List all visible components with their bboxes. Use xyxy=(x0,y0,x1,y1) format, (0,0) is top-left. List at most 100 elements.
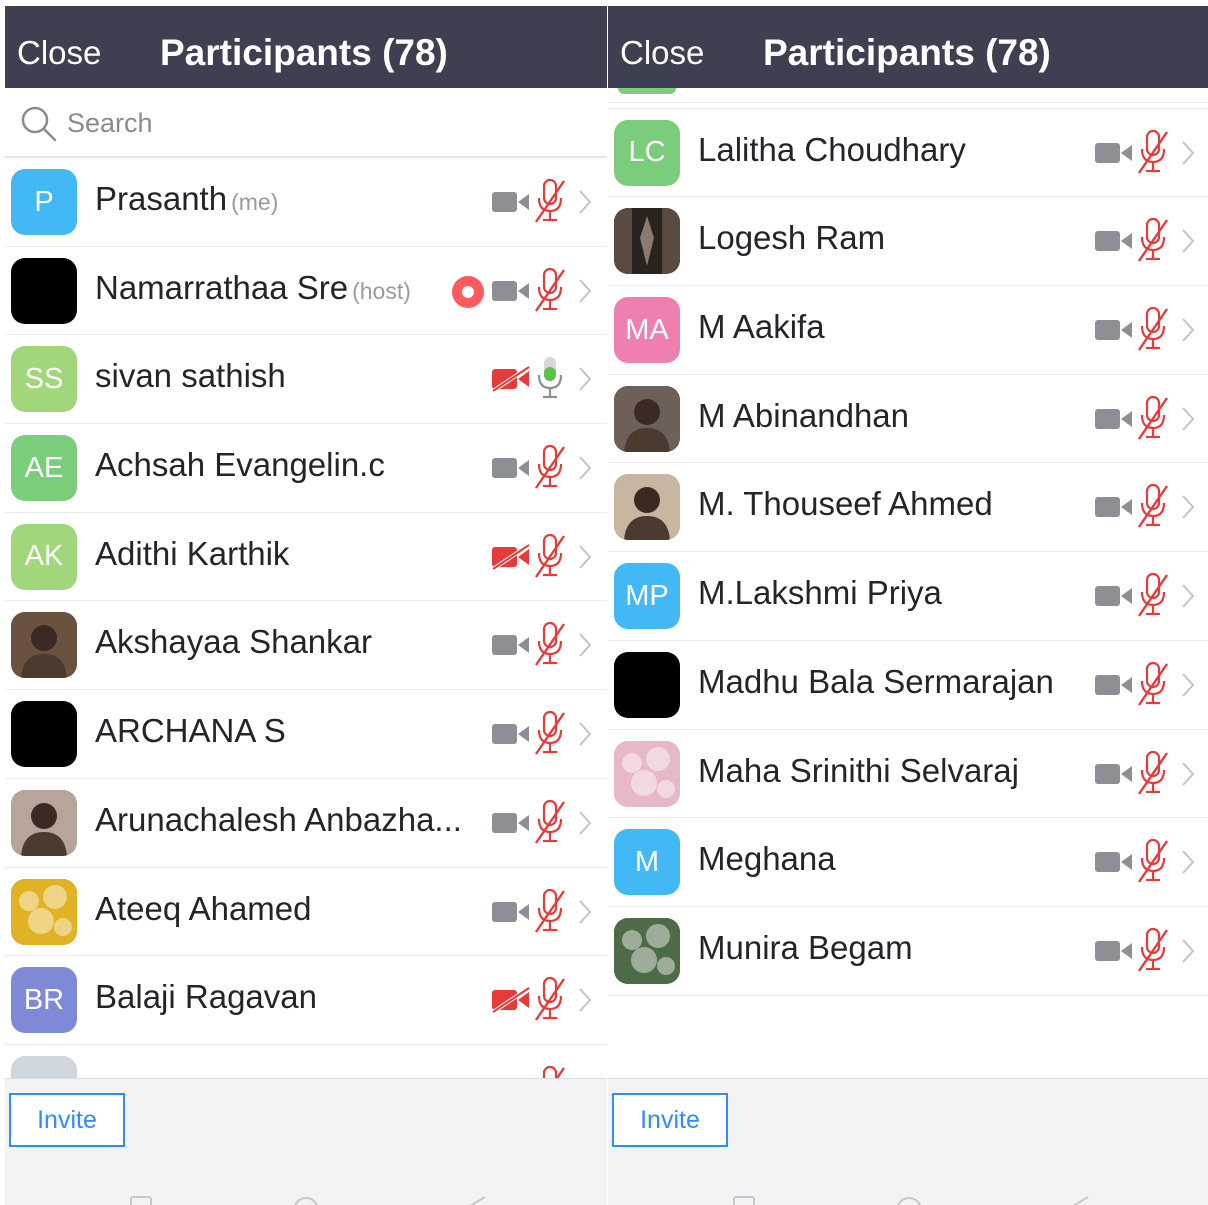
chevron-right-icon xyxy=(579,545,592,569)
mic-muted-icon xyxy=(1138,839,1168,883)
avatar xyxy=(11,612,77,679)
video-icon xyxy=(1095,763,1132,784)
chevron-right-icon xyxy=(1182,229,1195,254)
scrolled-row-edge xyxy=(608,88,1208,103)
mic-muted-icon xyxy=(1138,306,1168,351)
avatar-initials: BR xyxy=(23,983,65,1016)
chevron-right-icon xyxy=(1182,141,1195,165)
chevron-right-icon xyxy=(579,988,592,1012)
mic-muted-icon xyxy=(1138,661,1168,706)
chevron-right-icon xyxy=(579,456,592,480)
page-title: Participants (78) xyxy=(160,32,448,73)
participant-row[interactable]: Maha Srinithi Selvaraj xyxy=(608,729,1208,819)
chevron-right-icon xyxy=(1182,318,1195,342)
avatar-initials: AK xyxy=(24,540,64,573)
avatar xyxy=(614,740,680,807)
participant-name-wrap: Meghana xyxy=(698,840,836,878)
avatar: SS xyxy=(11,346,77,413)
home-icon[interactable] xyxy=(894,1195,924,1205)
participant-name-wrap: M.Lakshmi Priya xyxy=(698,574,942,612)
participant-name-wrap: Madhu Bala Sermarajan xyxy=(698,663,1054,701)
participant-name: Adithi Karthik xyxy=(95,534,290,572)
recent-apps-icon[interactable] xyxy=(129,1195,153,1205)
participant-name: Akshayaa Shankar xyxy=(95,623,373,661)
search-icon xyxy=(21,106,57,142)
avatar xyxy=(614,917,680,984)
mic-muted-icon xyxy=(535,977,565,1021)
close-button[interactable]: Close xyxy=(17,34,101,72)
participant-row[interactable]: SS sivan sathish xyxy=(5,335,607,425)
mic-muted-icon xyxy=(535,178,565,223)
mic-muted-icon xyxy=(1138,750,1168,795)
participant-row[interactable]: Namarrathaa Sre (host) xyxy=(5,246,607,336)
participant-row[interactable]: MP M.Lakshmi Priya xyxy=(608,552,1208,641)
avatar xyxy=(11,789,77,856)
participant-name-wrap: Balaji Ragavan xyxy=(95,978,317,1016)
recent-apps-icon[interactable] xyxy=(732,1195,756,1205)
video-icon xyxy=(1095,142,1132,163)
mic-muted-icon xyxy=(535,267,565,312)
participant-name: Balaji Ragavan xyxy=(95,978,317,1016)
participant-row[interactable]: M Abinandhan xyxy=(608,374,1208,464)
mic-icon xyxy=(537,357,563,399)
chevron-right-icon xyxy=(1182,939,1195,963)
participant-name-wrap: Prasanth (me) xyxy=(95,180,278,218)
mic-muted-icon xyxy=(1138,395,1168,440)
search-input[interactable] xyxy=(65,102,549,144)
participant-row[interactable]: M Meghana xyxy=(608,818,1208,907)
avatar xyxy=(614,385,680,452)
chevron-right-icon xyxy=(1182,761,1195,786)
video-off-icon xyxy=(491,365,531,394)
back-icon[interactable] xyxy=(461,1195,487,1205)
participant-name: Ateeq Ahamed xyxy=(95,889,312,927)
avatar xyxy=(614,208,680,275)
chevron-right-icon xyxy=(579,899,592,924)
participant-row[interactable]: AE Achsah Evangelin.c xyxy=(5,424,607,513)
participant-row[interactable]: M. Thouseef Ahmed xyxy=(608,463,1208,553)
home-icon[interactable] xyxy=(291,1195,321,1205)
participant-row[interactable]: LC Lalitha Choudhary xyxy=(608,108,1208,198)
participant-row[interactable]: Munira Begam xyxy=(608,906,1208,996)
close-button[interactable]: Close xyxy=(620,34,704,72)
participants-panel-left: Close Participants (78) P Prasanth(me) Nam… xyxy=(5,6,607,1205)
participant-name: Madhu Bala Sermarajan xyxy=(698,662,1054,700)
participant-row[interactable]: ARCHANA S xyxy=(5,690,607,779)
mic-muted-icon xyxy=(535,799,565,844)
video-icon xyxy=(1095,852,1132,873)
avatar-initials: MP xyxy=(625,579,669,612)
back-icon[interactable] xyxy=(1064,1195,1090,1205)
participant-row[interactable]: MA M Aakifa xyxy=(608,286,1208,375)
participant-name-wrap: Maha Srinithi Selvaraj xyxy=(698,752,1019,790)
participant-name-wrap: M Abinandhan xyxy=(698,397,909,435)
avatar xyxy=(614,651,680,718)
participant-row[interactable]: Ateeq Ahamed xyxy=(5,867,607,957)
avatar: AK xyxy=(11,523,77,590)
participant-row[interactable]: BR Balaji Ragavan xyxy=(5,956,607,1045)
video-icon xyxy=(1095,231,1132,252)
participant-row[interactable]: Akshayaa Shankar xyxy=(5,601,607,691)
participant-name: Lalitha Choudhary xyxy=(698,130,966,168)
participant-row[interactable]: AK Adithi Karthik xyxy=(5,512,607,602)
participant-row[interactable]: Arunachalesh Anbazha... xyxy=(5,778,607,868)
avatar xyxy=(11,257,77,324)
participant-name-wrap: Arunachalesh Anbazha... xyxy=(95,801,462,839)
participant-row[interactable]: P Prasanth (me) xyxy=(5,158,607,247)
participant-name: M Abinandhan xyxy=(698,396,910,434)
invite-button[interactable]: Invite xyxy=(612,1093,728,1147)
participant-name: Namarrathaa Sre xyxy=(95,268,349,306)
participant-row[interactable]: Logesh Ram xyxy=(608,197,1208,287)
participant-row[interactable]: Madhu Bala Sermarajan xyxy=(608,640,1208,730)
avatar-initials: MA xyxy=(625,313,669,346)
participant-list: P Prasanth (me) Namarrathaa Sre (host) SS siva… xyxy=(5,158,607,1134)
chevron-right-icon xyxy=(1182,407,1195,431)
participant-name: M.Lakshmi Priya xyxy=(698,574,942,612)
participant-name: Meghana xyxy=(698,840,836,878)
invite-button[interactable]: Invite xyxy=(9,1093,125,1147)
video-off-icon xyxy=(491,986,531,1014)
participant-name: Arunachalesh Anbazha... xyxy=(95,800,462,838)
header-bar: Close Participants (78) xyxy=(608,6,1208,88)
avatar: AE xyxy=(11,435,77,502)
page-title: Participants (78) xyxy=(763,32,1051,73)
participant-name-wrap: Namarrathaa Sre (host) xyxy=(95,269,411,307)
avatar: M xyxy=(614,829,680,896)
